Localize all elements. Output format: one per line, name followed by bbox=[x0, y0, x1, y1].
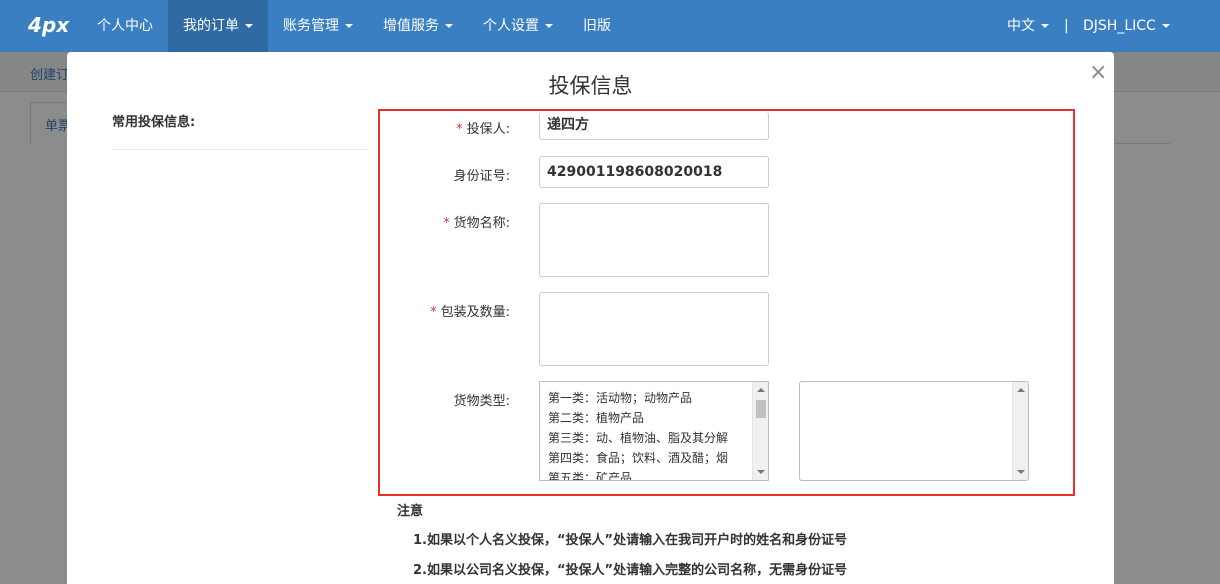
goods-type-listbox[interactable]: 第一类：活动物；动物产品 第二类：植物产品 第三类：动、植物油、脂及其分解 第四… bbox=[539, 381, 769, 481]
goods-name-label: * 货物名称: bbox=[443, 216, 510, 231]
required-marker: * bbox=[430, 305, 437, 320]
insured-input[interactable]: 递四方 bbox=[539, 112, 769, 140]
caret-down-icon bbox=[1041, 24, 1049, 28]
caret-down-icon bbox=[345, 24, 353, 28]
scroll-up-icon[interactable] bbox=[1017, 388, 1025, 392]
nav-old-version[interactable]: 旧版 bbox=[568, 0, 626, 52]
required-marker: * bbox=[456, 122, 463, 137]
insured-label: * 投保人: bbox=[456, 122, 510, 137]
scroll-thumb[interactable] bbox=[756, 400, 766, 418]
nav-account-management[interactable]: 账务管理 bbox=[268, 0, 368, 52]
insurance-info-modal: 投保信息 × 常用投保信息: * 投保人: 递四方 身份证号: 429001198… bbox=[67, 52, 1114, 584]
id-number-input[interactable]: 429001198608020018 bbox=[539, 156, 769, 188]
listbox-scrollbar[interactable] bbox=[752, 382, 768, 480]
caret-down-icon bbox=[445, 24, 453, 28]
notice-line: 2.如果以公司名义投保，“投保人”处请输入完整的公司名称，无需身份证号 bbox=[413, 563, 848, 578]
brand-logo[interactable]: 4px bbox=[28, 13, 69, 37]
required-marker: * bbox=[443, 216, 450, 231]
scroll-down-icon[interactable] bbox=[1017, 470, 1025, 474]
nav-my-orders[interactable]: 我的订单 bbox=[168, 0, 268, 52]
selected-goods-type-listbox[interactable] bbox=[799, 381, 1029, 481]
goods-type-option[interactable]: 第五类：矿产品 bbox=[548, 468, 632, 480]
nav-value-added-services[interactable]: 增值服务 bbox=[368, 0, 468, 52]
common-insurance-info-title: 常用投保信息: bbox=[112, 115, 196, 130]
goods-name-textarea[interactable] bbox=[539, 203, 769, 277]
sidebar-divider bbox=[112, 149, 368, 150]
goods-type-option[interactable]: 第二类：植物产品 bbox=[548, 408, 644, 428]
id-number-label: 身份证号: bbox=[453, 169, 510, 184]
caret-down-icon bbox=[245, 24, 253, 28]
goods-type-label: 货物类型: bbox=[453, 394, 510, 409]
goods-type-option[interactable]: 第一类：活动物；动物产品 bbox=[548, 388, 692, 408]
listbox-scrollbar[interactable] bbox=[1012, 382, 1028, 480]
goods-type-option[interactable]: 第四类：食品；饮料、酒及醋；烟 bbox=[548, 448, 728, 468]
modal-title: 投保信息 bbox=[548, 74, 633, 98]
notice-line: 1.如果以个人名义投保，“投保人”处请输入在我司开户时的姓名和身份证号 bbox=[413, 533, 848, 548]
scroll-down-icon[interactable] bbox=[757, 470, 765, 474]
top-navbar: 4px 个人中心 我的订单 账务管理 增值服务 个人设置 旧版 中文 | DJS… bbox=[0, 0, 1220, 52]
close-icon[interactable]: × bbox=[1089, 62, 1107, 84]
goods-type-option[interactable]: 第三类：动、植物油、脂及其分解 bbox=[548, 428, 728, 448]
packing-qty-label: * 包装及数量: bbox=[430, 305, 510, 320]
packing-qty-textarea[interactable] bbox=[539, 292, 769, 366]
user-menu[interactable]: DJSH_LICC bbox=[1083, 0, 1170, 52]
notice-title: 注意 bbox=[397, 504, 424, 519]
nav-personal-center[interactable]: 个人中心 bbox=[82, 0, 168, 52]
scroll-up-icon[interactable] bbox=[757, 388, 765, 392]
caret-down-icon bbox=[545, 24, 553, 28]
nav-personal-settings[interactable]: 个人设置 bbox=[468, 0, 568, 52]
nav-separator: | bbox=[1064, 18, 1069, 34]
caret-down-icon bbox=[1161, 24, 1170, 28]
language-dropdown[interactable]: 中文 bbox=[1007, 0, 1049, 52]
